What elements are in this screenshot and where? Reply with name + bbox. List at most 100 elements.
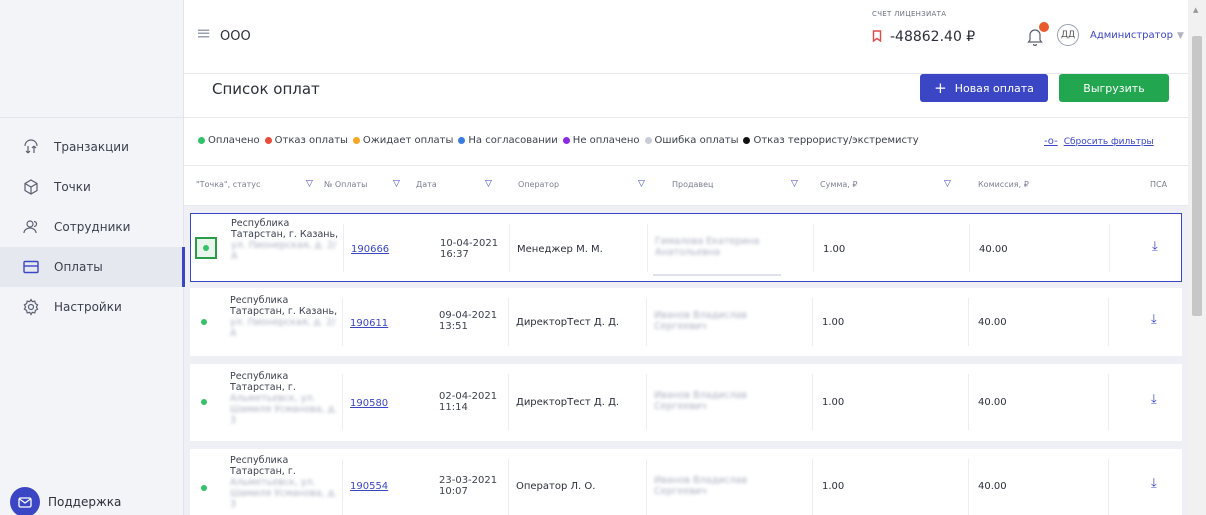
filter-declined[interactable]: Отказ оплаты <box>264 135 348 146</box>
users-icon <box>22 218 40 236</box>
operator-name: ДиректорТест Д. Д. <box>516 397 620 408</box>
avatar[interactable]: ДД <box>1057 24 1079 46</box>
status-dot <box>644 137 652 144</box>
plus-icon: + <box>934 79 947 97</box>
table-row[interactable]: Республика Татарстан, г. Казань, ул. Пио… <box>190 213 1182 282</box>
export-button[interactable]: Выгрузить <box>1059 74 1169 102</box>
sidebar-item-employees[interactable]: Сотрудники <box>0 207 184 247</box>
sidebar-item-label: Сотрудники <box>54 220 131 234</box>
filter-approval[interactable]: На согласовании <box>458 135 558 146</box>
notification-badge <box>1039 22 1049 32</box>
divider <box>342 374 343 430</box>
payment-number-link[interactable]: 190580 <box>350 398 388 409</box>
filter-label: Ошибка оплаты <box>654 135 739 146</box>
filter-pending[interactable]: Ожидает оплаты <box>352 135 453 146</box>
table-row[interactable]: Республика Татарстан, г. Альметьевск, ул… <box>190 364 1182 441</box>
scrollbar-thumb[interactable] <box>1192 36 1202 316</box>
filter-funnel-icon[interactable]: ▽ <box>306 179 313 189</box>
time-value: 16:37 <box>440 249 469 260</box>
sidebar-item-settings[interactable]: Настройки <box>0 287 184 327</box>
date-value: 02-04-2021 <box>439 391 498 402</box>
new-payment-button[interactable]: + Новая оплата <box>920 74 1048 102</box>
divider <box>968 459 969 515</box>
divider <box>812 298 813 346</box>
payment-number-link[interactable]: 190666 <box>351 244 389 255</box>
column-operator[interactable]: Оператор <box>518 180 559 189</box>
divider <box>969 224 970 272</box>
filter-funnel-icon[interactable]: ▽ <box>944 179 951 189</box>
filter-terrorist[interactable]: Отказ террористу/экстремисту <box>743 135 919 146</box>
download-icon[interactable]: ⤓ <box>1151 392 1157 407</box>
status-filters: Оплачено Отказ оплаты Ожидает оплаты На … <box>184 118 1188 166</box>
column-label: Комиссия, ₽ <box>978 180 1029 189</box>
menu-icon[interactable]: ≡ <box>196 25 211 43</box>
column-payment-number[interactable]: № Оплаты <box>324 180 367 189</box>
address-hidden: ул. Пионерская, д. 2/А <box>231 240 337 262</box>
account-balance: -48862.40 ₽ <box>872 29 975 45</box>
sidebar-item-points[interactable]: Точки <box>0 167 184 207</box>
filter-unpaid[interactable]: Не оплачено <box>562 135 640 146</box>
column-label: Оператор <box>518 180 560 189</box>
user-menu[interactable]: Администратор ▼ <box>1090 30 1184 41</box>
table-row[interactable]: Республика Татарстан, г. Альметьевск, ул… <box>190 449 1182 515</box>
point-address: Республика Татарстан, г. Казань, ул. Пио… <box>231 218 341 262</box>
divider <box>647 224 648 272</box>
date-value: 23-03-2021 <box>439 475 498 486</box>
row-scroll-indicator <box>653 274 781 276</box>
support-label: Поддержка <box>48 494 122 509</box>
brand-area <box>0 0 183 118</box>
support-button[interactable]: Поддержка <box>10 486 122 515</box>
sidebar-item-label: Настройки <box>54 300 122 314</box>
download-icon[interactable]: ⤓ <box>1151 476 1157 491</box>
filter-label: Не оплачено <box>572 135 640 146</box>
filter-paid[interactable]: Оплачено <box>198 135 260 146</box>
sidebar-item-transactions[interactable]: Транзакции <box>0 127 184 167</box>
divider <box>508 298 509 346</box>
address-text: Республика Татарстан, г. Казань, <box>230 295 338 317</box>
page-title: Список оплат <box>212 80 320 98</box>
column-sum[interactable]: Сумма, ₽ <box>820 180 857 189</box>
filter-error[interactable]: Ошибка оплаты <box>644 135 739 146</box>
column-point-status[interactable]: "Точка", статус <box>196 180 260 189</box>
address-text: Республика Татарстан, г. Казань, <box>231 218 339 240</box>
status-dot <box>201 399 207 405</box>
payment-date: 09-04-2021 13:51 <box>439 310 497 332</box>
payment-number-link[interactable]: 190611 <box>350 318 388 329</box>
payment-commission: 40.00 <box>978 397 1007 408</box>
filter-funnel-icon[interactable]: ▽ <box>638 179 645 189</box>
filter-funnel-icon[interactable]: ▽ <box>393 179 400 189</box>
divider <box>1109 224 1110 272</box>
table-row[interactable]: Республика Татарстан, г. Казань, ул. Пио… <box>190 288 1182 356</box>
column-seller[interactable]: Продавец <box>672 180 714 189</box>
filter-funnel-icon[interactable]: ▽ <box>791 179 798 189</box>
seller-name: Иванов Владислав Сергеевич <box>654 475 748 497</box>
column-commission[interactable]: Комиссия, ₽ <box>978 180 1029 189</box>
seller-name: Иванов Владислав Сергеевич <box>654 310 748 332</box>
status-dot <box>201 319 207 325</box>
divider <box>508 374 509 430</box>
payment-number-link[interactable]: 190554 <box>350 481 388 492</box>
row-select-checkbox[interactable] <box>195 237 217 259</box>
top-bar: ≡ ООО СЧЕТ ЛИЦЕНЗИАТА -48862.40 ₽ ДД Адм… <box>184 0 1188 74</box>
column-label: Сумма, ₽ <box>820 180 858 189</box>
sidebar-item-payments[interactable]: Оплаты <box>0 247 185 287</box>
sidebar-item-label: Транзакции <box>54 140 129 154</box>
notifications-bell-icon[interactable] <box>1026 22 1049 47</box>
download-icon[interactable]: ⤓ <box>1152 239 1158 254</box>
account-value: -48862.40 ₽ <box>890 29 976 45</box>
payment-sum: 1.00 <box>822 317 845 328</box>
divider <box>508 459 509 515</box>
column-date[interactable]: Дата <box>416 180 437 189</box>
filter-funnel-icon[interactable]: ▽ <box>485 179 492 189</box>
sidebar-nav: Транзакции Точки Сотрудники Оплаты Настр… <box>0 127 185 327</box>
card-icon <box>22 258 40 276</box>
reset-filters-link[interactable]: -o- Сбросить фильтры <box>1044 136 1154 147</box>
filter-label: Оплачено <box>208 135 260 146</box>
slider-icon: -o- <box>1044 136 1058 147</box>
download-icon[interactable]: ⤓ <box>1151 312 1157 327</box>
vertical-scrollbar[interactable]: ▲ <box>1188 0 1206 515</box>
scroll-up-icon[interactable]: ▲ <box>1193 6 1198 14</box>
gear-icon <box>22 298 40 316</box>
column-psa[interactable]: ПСА <box>1150 180 1167 189</box>
point-address: Республика Татарстан, г. Альметьевск, ул… <box>230 455 338 510</box>
